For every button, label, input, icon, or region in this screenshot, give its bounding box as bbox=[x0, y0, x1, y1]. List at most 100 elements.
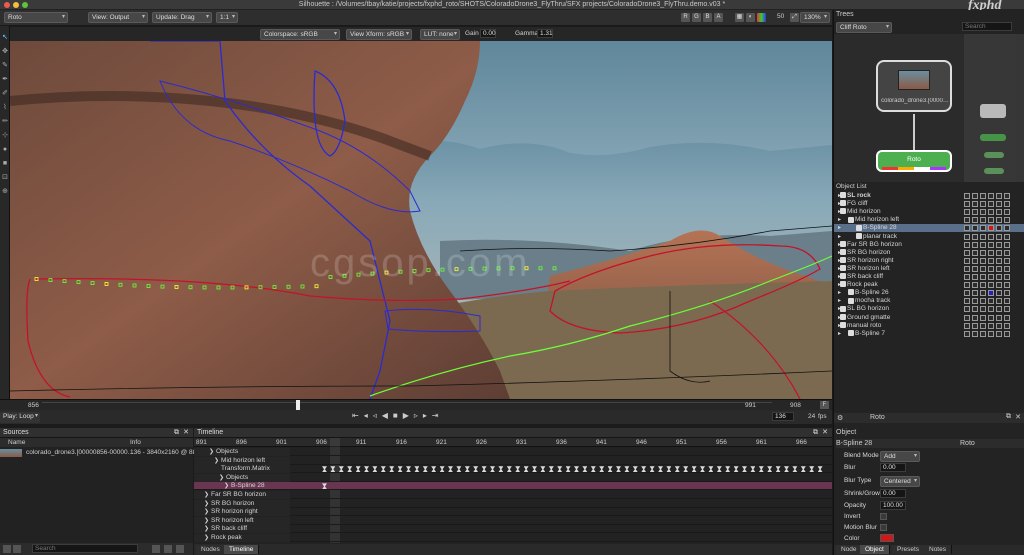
mode-icon[interactable] bbox=[980, 201, 986, 208]
channel-r-icon[interactable]: R bbox=[681, 13, 690, 22]
visible-icon[interactable] bbox=[964, 274, 970, 280]
keyframe-marker[interactable] bbox=[599, 466, 605, 473]
lock-icon[interactable] bbox=[972, 265, 978, 272]
keyframe-marker[interactable] bbox=[380, 466, 386, 473]
timeline-row[interactable]: ❯ Mid horizon left bbox=[194, 456, 832, 465]
motion-blur-checkbox[interactable] bbox=[880, 524, 887, 531]
expand-icon[interactable]: ▸ bbox=[834, 224, 856, 232]
mode-icon[interactable] bbox=[980, 290, 986, 297]
keyframe-marker[interactable] bbox=[632, 466, 638, 473]
roto-node[interactable]: Roto bbox=[876, 150, 952, 172]
lock-icon[interactable] bbox=[972, 330, 978, 337]
timeline-row[interactable]: ❯ SR BG horizon bbox=[194, 499, 832, 508]
timeline-row[interactable]: ❯ Rock peak bbox=[194, 534, 832, 542]
tab-nodes[interactable]: Nodes bbox=[196, 545, 226, 554]
color-icon[interactable] bbox=[988, 225, 994, 232]
color-icon[interactable] bbox=[988, 282, 994, 289]
keyframe-marker[interactable] bbox=[338, 466, 344, 473]
visible-icon[interactable] bbox=[964, 217, 970, 224]
keyframe-marker[interactable] bbox=[641, 466, 647, 473]
scrub-track[interactable] bbox=[42, 402, 772, 408]
lut-select[interactable]: LUT: none bbox=[420, 29, 460, 40]
keyframe-marker[interactable] bbox=[540, 466, 546, 473]
keyframe-marker[interactable] bbox=[498, 466, 504, 473]
timeline-ruler[interactable]: 891 896 901 906 911 916 921 926 931 936 941 946 951 9… bbox=[194, 438, 832, 447]
timeline-row[interactable]: Transform.Matrix bbox=[194, 465, 832, 474]
mode-icon[interactable] bbox=[980, 225, 986, 232]
timeline-row[interactable]: ❯ SR horizon left bbox=[194, 516, 832, 525]
keyframe-marker[interactable] bbox=[490, 466, 495, 473]
keyframe-marker[interactable] bbox=[750, 466, 756, 473]
fill-icon[interactable] bbox=[1004, 201, 1010, 208]
fill-icon[interactable] bbox=[1004, 225, 1010, 232]
next-key-icon[interactable]: ▸ bbox=[423, 411, 432, 420]
mode-icon[interactable] bbox=[980, 241, 986, 248]
keyframe-marker[interactable] bbox=[775, 466, 781, 473]
ratio-select[interactable]: 1:1 bbox=[216, 12, 238, 23]
lock-icon[interactable] bbox=[972, 225, 978, 232]
timeline-row[interactable]: ❯ Objects bbox=[194, 448, 832, 456]
fill-icon[interactable] bbox=[1004, 249, 1010, 256]
blur-field[interactable]: 0.00 bbox=[880, 463, 906, 472]
mode-icon[interactable] bbox=[980, 306, 986, 313]
object-list-item[interactable]: ▸ B-Spline 7 bbox=[834, 330, 1024, 338]
fill-icon[interactable] bbox=[1004, 322, 1010, 329]
keyframe-marker[interactable] bbox=[742, 466, 747, 473]
mask-icon[interactable]: ◐ bbox=[746, 13, 755, 22]
keyframe-marker[interactable] bbox=[414, 466, 420, 473]
motion-icon[interactable] bbox=[996, 330, 1002, 337]
visible-icon[interactable] bbox=[964, 306, 970, 313]
visible-icon[interactable] bbox=[964, 233, 970, 240]
lock-icon[interactable] bbox=[972, 306, 978, 313]
fill-icon[interactable] bbox=[1004, 233, 1010, 240]
prev-key-icon[interactable]: ◂ bbox=[364, 411, 373, 420]
view-thumb-icon[interactable] bbox=[176, 545, 184, 553]
color-icon[interactable] bbox=[988, 322, 994, 329]
lock-icon[interactable] bbox=[972, 201, 978, 208]
window-controls[interactable] bbox=[4, 2, 28, 8]
keyframe-marker[interactable] bbox=[448, 466, 453, 473]
channel-g-icon[interactable]: G bbox=[692, 13, 701, 22]
keyframe-marker[interactable] bbox=[733, 466, 739, 473]
lock-icon[interactable] bbox=[972, 298, 978, 305]
motion-icon[interactable] bbox=[996, 322, 1002, 329]
visible-icon[interactable] bbox=[964, 241, 970, 248]
mode-icon[interactable] bbox=[980, 282, 986, 289]
blend-mode-select[interactable]: Add bbox=[880, 451, 920, 462]
keyframe-marker[interactable] bbox=[784, 466, 789, 473]
node-gear-icon[interactable]: ⚙ bbox=[837, 414, 843, 422]
view-select[interactable]: View: Output bbox=[88, 12, 148, 23]
object-list-item[interactable]: ▸SR BG horizon bbox=[834, 249, 1024, 257]
lock-icon[interactable] bbox=[972, 209, 978, 216]
keyframe-marker[interactable] bbox=[464, 466, 470, 473]
tab-presets[interactable]: Presets bbox=[892, 545, 926, 554]
zoom-tool-icon[interactable]: ⊕ bbox=[1, 188, 9, 196]
motion-icon[interactable] bbox=[996, 249, 1002, 256]
visible-icon[interactable] bbox=[964, 193, 970, 199]
keyframe-marker[interactable] bbox=[574, 466, 579, 473]
fill-icon[interactable] bbox=[1004, 217, 1010, 224]
stop-icon[interactable]: ■ bbox=[393, 411, 403, 420]
mode-icon[interactable] bbox=[980, 322, 986, 329]
keyframe-marker[interactable] bbox=[481, 466, 487, 473]
trees-search-input[interactable]: Search bbox=[962, 22, 1012, 31]
color-icon[interactable] bbox=[988, 306, 994, 313]
channel-b-icon[interactable]: B bbox=[703, 13, 712, 22]
visible-icon[interactable] bbox=[964, 265, 970, 272]
keyframe-marker[interactable] bbox=[725, 466, 731, 473]
paint-tool-icon[interactable]: ✏ bbox=[1, 118, 9, 126]
object-list-item[interactable]: ▸Far SR BG horizon bbox=[834, 241, 1024, 249]
tab-notes[interactable]: Notes bbox=[924, 545, 952, 554]
grid-icon[interactable]: ▦ bbox=[735, 13, 744, 22]
timeline-row[interactable]: ❯ SR back cliff bbox=[194, 525, 832, 534]
scrub-f-button[interactable]: F bbox=[820, 401, 829, 409]
current-frame-field[interactable]: 136 bbox=[772, 412, 794, 421]
visible-icon[interactable] bbox=[964, 201, 970, 208]
object-list-item[interactable]: ▸SR horizon left bbox=[834, 265, 1024, 273]
bspline-tool-icon[interactable]: ✎ bbox=[1, 62, 9, 70]
mode-icon[interactable] bbox=[980, 274, 986, 280]
tab-timeline[interactable]: Timeline bbox=[224, 545, 260, 554]
visible-icon[interactable] bbox=[964, 209, 970, 216]
object-list-item[interactable]: ▸manual roto bbox=[834, 322, 1024, 330]
lock-icon[interactable] bbox=[972, 274, 978, 280]
